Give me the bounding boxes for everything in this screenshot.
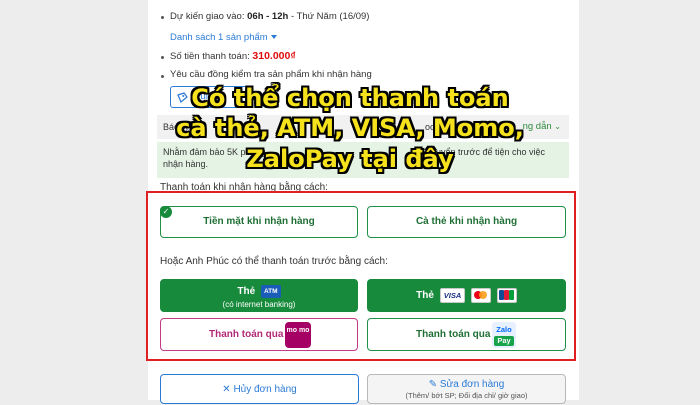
cancel-order-label: Hủy đơn hàng [233,384,297,395]
zalopay-logo-bottom: Pay [494,336,514,346]
momo-option[interactable]: Thanh toán qua mo mo [160,318,358,351]
inspect-request-text: Yêu cầu đồng kiểm tra sản phẩm khi nhận … [170,69,372,80]
chevron-down-icon [270,35,277,39]
check-icon: ✓ [160,206,172,218]
bullet [161,16,164,19]
mastercard-logo [471,287,492,303]
momo-option-label: Thanh toán qua [209,329,284,340]
visa-logo: VISA [439,287,466,303]
close-icon: ✕ [222,384,231,395]
atm-card-option[interactable]: Thẻ ATM (có internet banking) [160,279,358,312]
atm-logo: ATM [260,285,281,298]
prepay-heading: Hoặc Anh Phúc có thể thanh toán trước bằ… [160,256,388,267]
payment-total: Số tiền thanh toán: 310.000₫ [170,50,296,62]
momo-logo: mo mo [285,322,311,348]
zalopay-option-label: Thanh toán qua [416,329,491,340]
product-list-toggle[interactable]: Danh sách 1 sản phẩm [170,32,277,43]
payment-total-label: Số tiền thanh toán: [170,51,253,62]
international-card-option[interactable]: Thẻ VISA [367,279,566,312]
zalopay-option[interactable]: Thanh toán qua Zalo Pay [367,318,566,351]
cash-option-label: Tiền mặt khi nhận hàng [203,216,315,227]
card-option-label: Cà thẻ khi nhận hàng [415,216,518,227]
payment-total-amount: 310.000₫ [252,50,296,62]
caption-line-1: Có thể chọn thanh toán [191,84,509,112]
bullet [161,56,164,59]
zalopay-logo-top: Zalo [496,325,512,334]
pencil-icon: ✎ [428,379,438,390]
card-on-delivery-option[interactable]: Cà thẻ khi nhận hàng [367,206,566,238]
atm-option-sublabel: (có internet banking) [222,300,296,309]
edit-order-sublabel: (Thêm/ bớt SP; Đổi địa chỉ/ giờ giao) [405,391,528,400]
caption-line-2: cà thẻ, ATM, VISA, Momo, [176,114,524,142]
delivery-prefix: Dự kiến giao vào: [170,11,248,22]
delivery-day: - Thứ Năm (16/09) [288,11,370,22]
product-list-label: Danh sách 1 sản phẩm [170,32,268,43]
bullet [161,75,164,78]
delivery-time: 06h - 12h [247,11,289,22]
intl-card-label: Thẻ [416,290,434,301]
jcb-logo [496,287,517,303]
momo-logo-text: mo mo [286,327,310,334]
zalopay-logo: Zalo Pay [492,322,516,348]
caption-line-3: ZaloPay tại đây [246,145,454,173]
atm-option-label: Thẻ [237,286,256,298]
delivery-estimate: Dự kiến giao vào: 06h - 12h - Thứ Năm (1… [170,11,369,22]
edit-order-label: Sửa đơn hàng [439,379,505,390]
cash-on-delivery-option[interactable]: ✓ Tiền mặt khi nhận hàng [160,206,358,238]
